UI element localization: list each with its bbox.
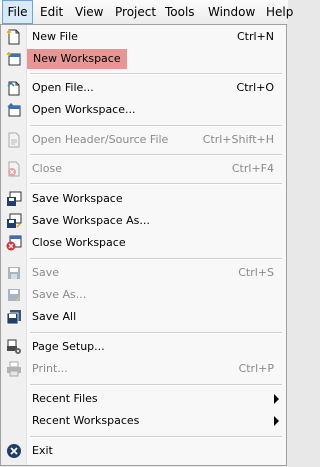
menu-separator — [30, 154, 282, 156]
menu-item-label: Save Workspace — [32, 192, 123, 205]
shortcut-label: Ctrl+Shift+H — [202, 133, 274, 146]
menu-item-save-workspace[interactable]: Save Workspace — [2, 188, 285, 210]
menu-separator — [30, 332, 282, 334]
save-all-icon — [6, 310, 21, 325]
menu-item-print[interactable]: Print... Ctrl+P — [2, 358, 285, 380]
shortcut-label: Ctrl+F4 — [231, 162, 274, 175]
save-workspace-as-icon — [7, 213, 22, 228]
new-file-icon — [7, 29, 20, 45]
menu-item-label: Open Workspace... — [32, 103, 136, 116]
menu-item-label: Open Header/Source File — [32, 133, 169, 146]
close-workspace-icon — [6, 235, 22, 251]
shortcut-label: Ctrl+N — [236, 30, 274, 43]
printer-icon — [7, 361, 21, 377]
menu-item-label: Print... — [32, 362, 68, 375]
menu-item-label: Save All — [32, 310, 77, 323]
menu-item-label: New File — [32, 30, 78, 43]
menu-item-recent-workspaces[interactable]: Recent Workspaces — [2, 410, 285, 432]
menu-item-new-workspace[interactable]: New Workspace — [2, 48, 285, 70]
menu-item-label: Page Setup... — [32, 340, 105, 353]
menu-item-label: Exit — [32, 444, 53, 457]
menu-item-page-setup[interactable]: Page Setup... — [2, 336, 285, 358]
new-workspace-icon — [7, 52, 21, 66]
menu-item-label: Open File... — [32, 81, 94, 94]
open-workspace-icon — [7, 102, 21, 117]
menu-item-label: New Workspace — [27, 49, 127, 69]
exit-icon — [7, 444, 21, 458]
shortcut-label: Ctrl+S — [238, 266, 274, 279]
menu-window[interactable]: Window — [208, 0, 255, 24]
menu-file[interactable]: File — [2, 0, 33, 24]
save-as-icon — [8, 289, 21, 302]
shortcut-label: Ctrl+O — [236, 81, 274, 94]
menu-item-label: Save As... — [32, 288, 87, 301]
file-menu-dropdown: New File Ctrl+N New Workspace Open File.… — [0, 24, 287, 466]
menu-item-new-file[interactable]: New File Ctrl+N — [2, 26, 285, 48]
menu-item-close-workspace[interactable]: Close Workspace — [2, 232, 285, 254]
menu-separator — [30, 258, 282, 260]
save-workspace-icon — [7, 191, 22, 206]
menu-item-open-file[interactable]: Open File... Ctrl+O — [2, 77, 285, 99]
menu-item-label: Close — [32, 162, 62, 175]
menu-item-label: Recent Files — [32, 392, 98, 405]
menu-item-open-header-source[interactable]: Open Header/Source File Ctrl+Shift+H — [2, 129, 285, 151]
menu-item-open-workspace[interactable]: Open Workspace... — [2, 99, 285, 121]
menu-item-close[interactable]: Close Ctrl+F4 — [2, 158, 285, 180]
menu-item-label: Recent Workspaces — [32, 414, 140, 427]
menu-bar: File Edit View Project Tools Window Help — [0, 0, 293, 25]
menu-edit[interactable]: Edit — [40, 0, 63, 24]
page-setup-icon — [7, 339, 21, 354]
menu-separator — [30, 384, 282, 386]
menu-separator — [30, 436, 282, 438]
menu-view[interactable]: View — [75, 0, 103, 24]
shortcut-label: Ctrl+P — [238, 362, 274, 375]
submenu-arrow-icon — [274, 394, 279, 404]
menu-item-label: Close Workspace — [32, 236, 126, 249]
header-source-icon — [8, 132, 20, 148]
menu-item-label: Save — [32, 266, 60, 279]
menu-project[interactable]: Project — [115, 0, 156, 24]
menu-separator — [30, 125, 282, 127]
submenu-arrow-icon — [274, 416, 279, 426]
menu-item-save[interactable]: Save Ctrl+S — [2, 262, 285, 284]
menu-tools[interactable]: Tools — [165, 0, 195, 24]
menu-item-recent-files[interactable]: Recent Files — [2, 388, 285, 410]
open-file-icon — [7, 81, 20, 96]
save-icon — [8, 267, 20, 279]
menu-separator — [30, 73, 282, 75]
menu-item-label: Save Workspace As... — [32, 214, 150, 227]
menu-help[interactable]: Help — [266, 0, 293, 24]
menu-item-save-all[interactable]: Save All — [2, 306, 285, 328]
close-file-icon — [8, 161, 20, 177]
menu-item-save-workspace-as[interactable]: Save Workspace As... — [2, 210, 285, 232]
menu-item-save-as[interactable]: Save As... — [2, 284, 285, 306]
menu-item-exit[interactable]: Exit — [2, 440, 285, 462]
menu-separator — [30, 183, 282, 185]
